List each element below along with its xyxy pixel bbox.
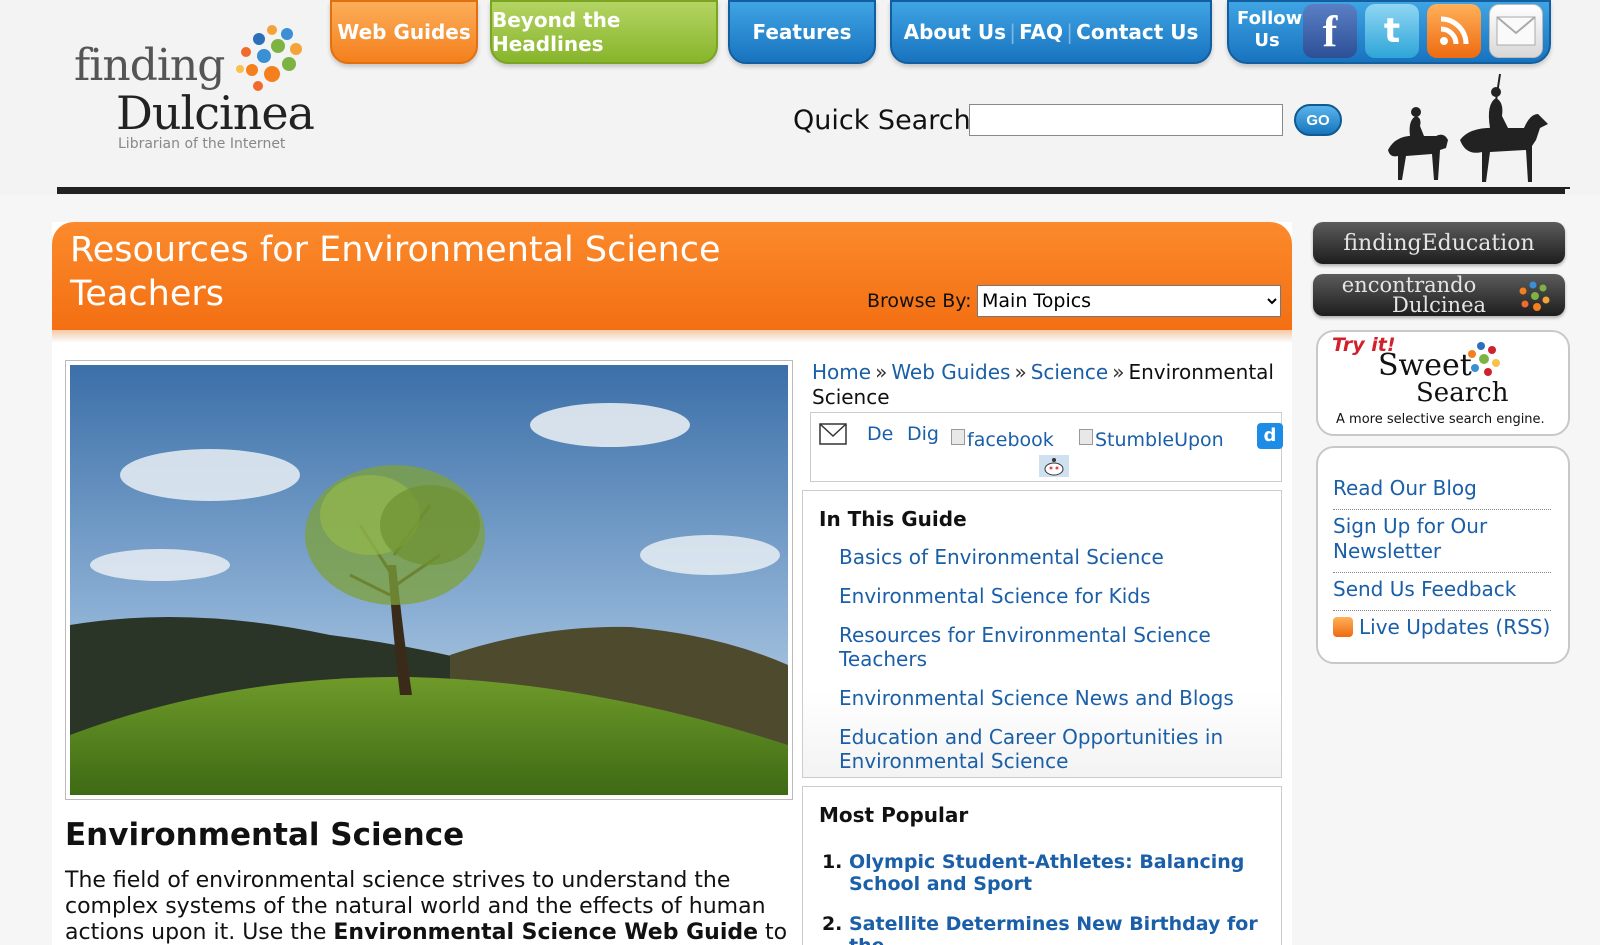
encontrando-dulcinea-button[interactable]: encontrando Dulcinea [1313,274,1565,316]
guide-link[interactable]: Resources for Environmental Science Teac… [839,623,1211,671]
browse-by-label: Browse By: [867,290,972,312]
list-item: Basics of Environmental Science [839,545,1279,569]
nav-link-contact-us[interactable]: Contact Us [1076,20,1198,44]
guide-link[interactable]: Education and Career Opportunities in En… [839,725,1223,773]
sweet-search-dots-icon [1468,342,1500,376]
intro-paragraph: The field of environmental science striv… [65,868,795,945]
facebook-icon[interactable]: f [1303,4,1357,58]
list-item: Environmental Science for Kids [839,584,1279,608]
hero-image-tree-on-hill [70,365,788,795]
rss-icon [1333,617,1353,637]
breadcrumb-separator: » [1112,360,1125,384]
main-content: Resources for Environmental Science Teac… [52,222,1292,945]
send-feedback-link[interactable]: Send Us Feedback [1333,577,1516,601]
nav-separator: | [1009,20,1016,44]
site-header: finding Dulcinea Librarian of the Intern… [0,0,1600,195]
finding-education-button[interactable]: findingEducation [1313,222,1565,264]
list-item: Send Us Feedback [1333,573,1551,611]
sidebar-links-box: Read Our Blog Sign Up for Our Newsletter… [1316,446,1570,664]
list-item: Read Our Blog [1333,472,1551,510]
sweet-search-banner[interactable]: Try it! Sweet Search A more selective se… [1316,330,1570,436]
sweet-search-tagline: A more selective search engine. [1336,412,1545,427]
list-item: Education and Career Opportunities in En… [839,725,1279,773]
read-our-blog-link[interactable]: Read Our Blog [1333,476,1477,500]
in-this-guide-list: Basics of Environmental Science Environm… [839,545,1279,788]
nav-group-about: About Us | FAQ | Contact Us [890,0,1212,64]
header-divider [57,187,1565,194]
guide-link[interactable]: Environmental Science for Kids [839,584,1150,608]
list-item: Sign Up for Our Newsletter [1333,510,1551,573]
share-digg-link[interactable]: Dig [907,423,939,445]
guide-link[interactable]: Environmental Science News and Blogs [839,686,1234,710]
broken-image-icon [1079,429,1093,445]
page-title: Resources for Environmental Science Teac… [70,230,721,314]
follow-us-bar: Follow Us f t [1227,0,1551,64]
logo-text-dulcinea: Dulcinea [116,86,315,140]
share-reddit-icon[interactable] [1039,455,1069,477]
live-updates-rss-link[interactable]: Live Updates (RSS) [1359,615,1550,639]
nav-link-about-us[interactable]: About Us [904,20,1006,44]
share-delicious-link[interactable]: De [867,423,893,445]
intro-text-bold: Environmental Science Web Guide [333,920,759,945]
page-banner: Resources for Environmental Science Teac… [52,222,1292,330]
breadcrumb-science[interactable]: Science [1031,360,1109,384]
quick-search-go-button[interactable]: GO [1294,104,1342,136]
follow-us-label: Follow Us [1237,8,1302,52]
sidebar-links-list: Read Our Blog Sign Up for Our Newsletter… [1333,472,1551,648]
logo-tagline: Librarian of the Internet [118,136,286,152]
logo-text-finding: finding [74,40,225,91]
nav-tab-features[interactable]: Features [728,0,876,64]
quick-search-input[interactable] [969,104,1283,136]
list-item: Satellite Determines New Birthday for th… [849,913,1279,945]
twitter-icon[interactable]: t [1365,4,1419,58]
sweet-search-word-search: Search [1416,378,1509,408]
follow-label-line1: Follow [1237,8,1303,29]
share-email-icon[interactable] [819,423,847,445]
rss-icon[interactable] [1427,4,1481,58]
follow-label-line2: Us [1254,30,1280,51]
email-icon[interactable] [1489,4,1543,58]
nav-separator: | [1066,20,1073,44]
most-popular-title: Most Popular [819,803,969,827]
encontrando-text-2: Dulcinea [1391,293,1487,317]
list-item: Environmental Science News and Blogs [839,686,1279,710]
guide-link[interactable]: Basics of Environmental Science [839,545,1164,569]
breadcrumb-separator: » [1014,360,1027,384]
list-item: Olympic Student-Athletes: Balancing Scho… [849,851,1279,895]
list-item: Live Updates (RSS) [1333,611,1551,648]
breadcrumb-separator: » [875,360,888,384]
nav-tab-web-guides[interactable]: Web Guides [330,0,478,64]
most-popular-list: Olympic Student-Athletes: Balancing Scho… [819,851,1279,945]
nav-tab-beyond-the-headlines[interactable]: Beyond the Headlines [490,0,718,64]
quick-search-label: Quick Search [793,105,971,136]
share-toolbar: De Dig facebook StumbleUpon d [810,412,1283,482]
share-stumbleupon-link[interactable]: StumbleUpon [1079,429,1224,451]
in-this-guide-box: In This Guide Basics of Environmental Sc… [802,490,1282,778]
share-facebook-link[interactable]: facebook [951,429,1054,451]
nav-link-faq[interactable]: FAQ [1019,20,1063,44]
banner-shadow [52,330,1292,342]
popular-link[interactable]: Satellite Determines New Birthday for th… [849,913,1258,945]
breadcrumb: Home» Web Guides» Science» Environmental Sc… [812,360,1282,410]
site-logo[interactable]: finding Dulcinea Librarian of the Intern… [70,22,320,157]
don-quixote-silhouette-icon [1340,73,1570,189]
share-digg-d-icon[interactable]: d [1257,423,1283,449]
in-this-guide-title: In This Guide [819,507,967,531]
share-stumbleupon-text: StumbleUpon [1095,429,1224,451]
newsletter-signup-link[interactable]: Sign Up for Our Newsletter [1333,514,1487,563]
breadcrumb-home[interactable]: Home [812,360,871,384]
breadcrumb-web-guides[interactable]: Web Guides [891,360,1010,384]
encontrando-dots-icon [1519,281,1550,311]
broken-image-icon [951,429,965,445]
popular-link[interactable]: Olympic Student-Athletes: Balancing Scho… [849,851,1244,895]
section-title: Environmental Science [65,817,465,853]
browse-by-select[interactable]: Main Topics [977,285,1281,317]
most-popular-box: Most Popular Olympic Student-Athletes: B… [802,786,1282,945]
share-facebook-text: facebook [967,429,1054,451]
hero-image-frame [65,360,793,800]
encontrando-text-1: encontrando [1341,273,1477,297]
list-item: Resources for Environmental Science Teac… [839,623,1279,671]
